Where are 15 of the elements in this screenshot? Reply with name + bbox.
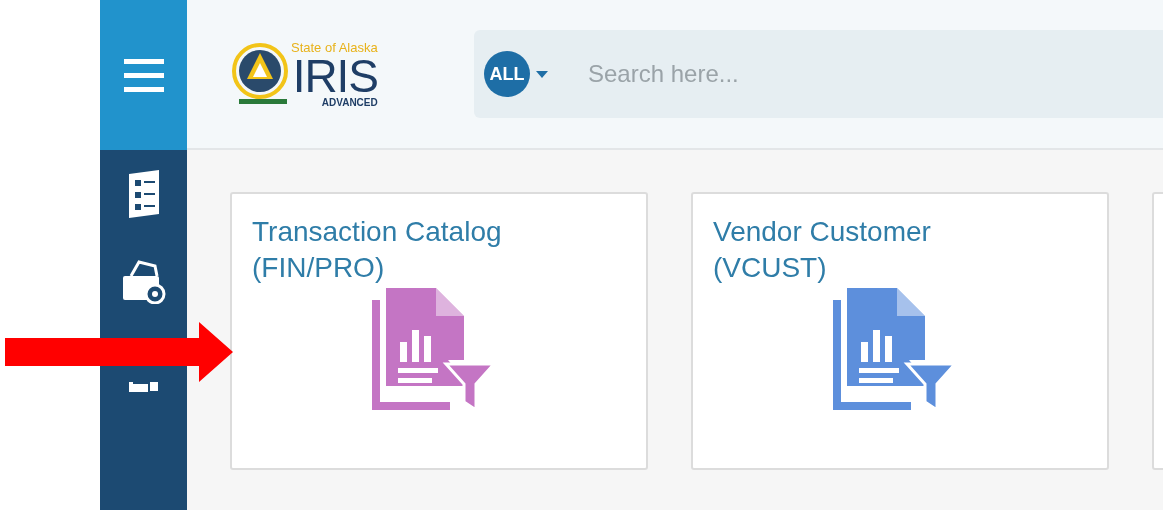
logo-subtitle: State of Alaska: [291, 40, 378, 54]
card-title: Transaction Catalog (FIN/PRO): [252, 215, 503, 285]
catalog-card[interactable]: Transaction Catalog (FIN/PRO): [230, 192, 648, 470]
card-title: Vendor Customer (VCUST): [713, 215, 932, 285]
logo-name: IRIS: [292, 53, 378, 98]
search-scope-dropdown[interactable]: ALL: [484, 51, 548, 97]
search-box[interactable]: ALL Search here...: [474, 30, 1163, 118]
logo-tagline: ADVANCED: [321, 97, 378, 108]
menu-button[interactable]: [100, 0, 187, 150]
search-field[interactable]: Search here...: [588, 56, 1163, 92]
catalog-card[interactable]: Vendor Customer (VCUST): [691, 192, 1109, 470]
menu-icon: [123, 57, 164, 93]
caret-icon: [536, 70, 548, 78]
folder-gear-icon[interactable]: [120, 258, 167, 304]
scope-badge: ALL: [484, 51, 530, 97]
